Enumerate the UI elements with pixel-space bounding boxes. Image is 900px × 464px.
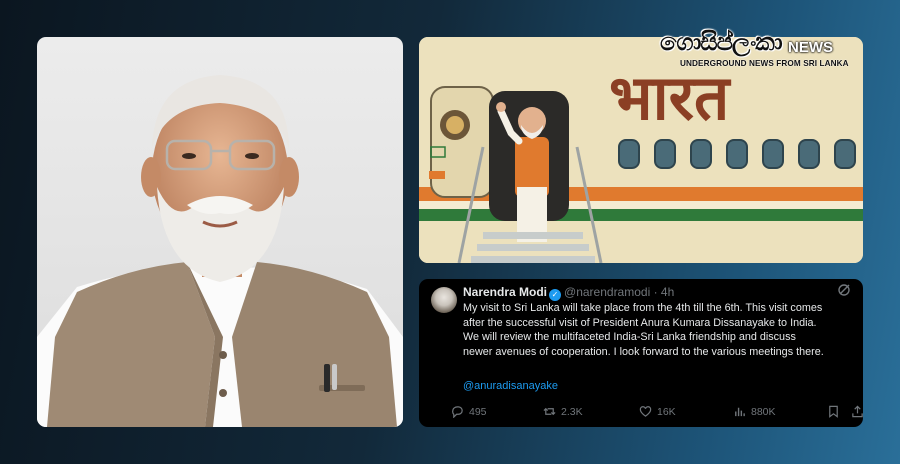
views-button[interactable]: 880K [733,405,776,418]
views-icon [735,407,745,417]
repost-count: 2.3K [561,405,583,418]
tweet-card: Narendra Modi ✓ @narendramodi · 4h My visi… [419,279,863,427]
portrait-illustration [37,75,403,427]
tweet-line: We will review the multifaceted India-Sr… [463,331,796,344]
green-stripe [419,209,863,221]
reply-count: 495 [469,405,487,418]
bookmark-button[interactable] [827,405,840,418]
logo-news-text: NEWS [788,39,833,56]
portrait-photo [37,37,403,427]
views-count: 880K [751,405,776,418]
reply-icon [452,406,463,418]
repost-button[interactable]: 2.3K [543,405,583,418]
logo-tagline: UNDERGROUND NEWS FROM SRI LANKA [680,59,849,68]
avatar[interactable] [431,287,457,313]
mention-link[interactable]: @anuradisanayake [463,380,558,392]
logo-brand-text: ගොසිප්ලංකා [660,28,783,56]
like-count: 16K [657,405,676,418]
share-icon [852,405,863,418]
repost-icon [543,407,556,416]
tweet-line: after the successful visit of President … [463,316,817,329]
bookmark-icon [829,405,838,418]
tweet-line: My visit to Sri Lanka will take place fr… [463,302,823,314]
author-name[interactable]: Narendra Modi [463,285,547,299]
grok-icon[interactable] [837,283,851,297]
tweet-time[interactable]: · 4h [654,285,675,299]
tweet-header: Narendra Modi ✓ @narendramodi · 4h [463,285,674,301]
like-icon [639,406,652,417]
like-button[interactable]: 16K [639,405,676,418]
tweet-text: My visit to Sri Lanka will take place fr… [463,301,859,359]
verified-badge-icon: ✓ [549,289,562,301]
reply-button[interactable]: 495 [451,405,487,418]
share-button[interactable] [851,405,863,418]
author-handle[interactable]: @narendramodi [564,285,650,299]
tweet-actions: 495 2.3K 16K 880K [451,405,863,421]
site-logo[interactable]: ගොසිප්ලංකා NEWS UNDERGROUND NEWS FROM SR… [660,28,860,76]
tweet-line: newer avenues of cooperation. I look for… [463,345,824,358]
